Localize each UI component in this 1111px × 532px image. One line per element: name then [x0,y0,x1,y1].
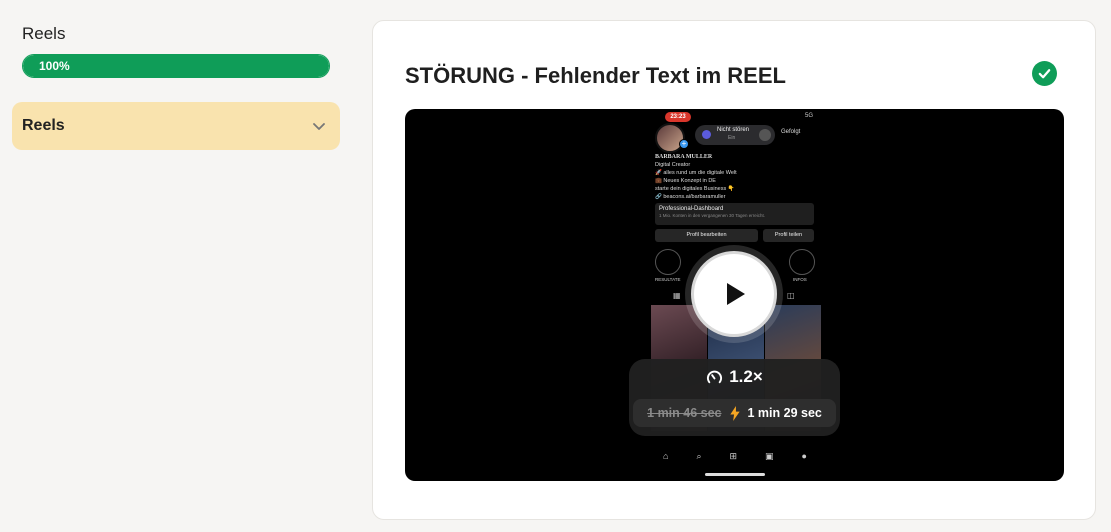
dashboard-title: Professional-Dashboard [659,206,724,212]
dashboard-sub: 1 Mio. Konten in den vergangenen 30 Tage… [659,213,765,218]
plus-icon: + [679,139,689,149]
highlight-circle [789,249,815,275]
tagged-icon: ◫ [787,291,795,300]
profile-name: BARBARA MULLER [655,154,713,160]
phone-time: 23:23 [665,112,691,122]
speedometer-icon [707,370,723,383]
section-accordion-reels[interactable]: Reels [12,102,340,150]
dnd-pill: Nicht stören Ein [695,125,775,145]
play-button[interactable] [691,251,777,337]
bio-line: Digital Creator [655,162,691,168]
home-indicator [705,473,765,476]
playback-speed: 1.2× [729,367,763,386]
search-icon: ⌕ [696,451,702,461]
dnd-sub: Ein [728,135,736,141]
reels-icon: ▣ [765,451,774,461]
course-progress-bar: 100% [22,54,330,78]
progress-label: 100% [39,59,70,73]
professional-dashboard: Professional-Dashboard 1 Mio. Konten in … [655,203,814,225]
profile-icon: ● [801,451,807,461]
lesson-title: STÖRUNG - Fehlender Text im REEL [405,63,786,88]
bio-line: 💼 Neues Konzept in DE [655,178,716,184]
home-icon: ⌂ [663,451,669,461]
add-icon: ⊞ [729,451,738,461]
follow-label: Gefolgt [781,129,801,135]
playback-speed-panel[interactable]: 1.2× 1 min 46 sec 1 min 29 sec [629,359,840,436]
dnd-knob [759,129,771,141]
highlight-circle [655,249,681,275]
section-label: Reels [22,117,65,134]
highlight-label: RESULTATE [655,277,681,282]
highlight-label: INFOS [793,277,807,282]
duration-row: 1 min 46 sec 1 min 29 sec [633,399,836,427]
share-profile-button: Profil teilen [763,229,814,242]
video-player[interactable]: 23:23 5G + Nicht stören Ein Gefolgt BARB… [405,109,1064,481]
phone-network: 5G [804,113,813,119]
profile-avatar [655,123,685,153]
moon-icon [702,130,711,139]
lesson-card: STÖRUNG - Fehlender Text im REEL 23:23 5… [372,20,1096,520]
phone-nav-bar: ⌂ ⌕ ⊞ ▣ ● [649,451,821,462]
check-circle-icon[interactable] [1032,61,1057,86]
profile-bio: BARBARA MULLER Digital Creator 🚀 alles r… [655,153,815,201]
original-duration: 1 min 46 sec [647,406,722,420]
bio-line: 🚀 alles rund um die digitale Welt [655,170,737,176]
chevron-down-icon[interactable] [312,119,326,133]
lightning-icon [729,405,740,421]
play-icon [727,283,745,305]
new-duration: 1 min 29 sec [747,406,822,420]
bio-line: 🔗 beacons.ai/barbaramuller [655,194,726,200]
dnd-label: Nicht stören [717,127,750,133]
bio-line: starte dein digitales Business 👇 [655,186,735,192]
grid-icon: ▦ [673,291,681,300]
speed-row: 1.2× [629,367,840,387]
progress-fill: 100% [23,55,329,77]
course-title: Reels [22,24,66,43]
edit-profile-button: Profil bearbeiten [655,229,758,242]
